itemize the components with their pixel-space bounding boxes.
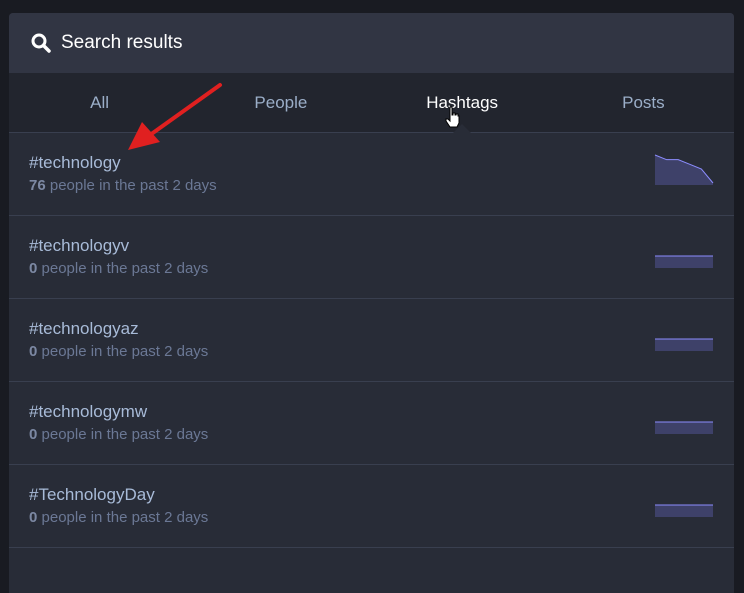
tab-posts-label: Posts — [622, 92, 665, 112]
hashtag-usage: 0 people in the past 2 days — [29, 509, 208, 526]
hashtag-usage: 76 people in the past 2 days — [29, 177, 217, 194]
tab-posts[interactable]: Posts — [553, 73, 734, 132]
sparkline-area — [655, 155, 713, 185]
hashtag-row[interactable]: #technologyaz 0 people in the past 2 day… — [9, 299, 734, 382]
usage-text: people in the past 2 days — [37, 426, 209, 443]
sparkline-area — [655, 505, 713, 517]
trend-sparkline — [654, 154, 714, 185]
tab-hashtags[interactable]: Hashtags — [372, 73, 553, 133]
hashtag-usage: 0 people in the past 2 days — [29, 260, 208, 277]
search-icon — [31, 33, 51, 53]
trend-sparkline — [655, 255, 713, 268]
hashtag-name[interactable]: #technologymw — [29, 402, 147, 422]
tab-all-label: All — [90, 92, 110, 112]
trend-sparkline — [655, 421, 713, 434]
hand-cursor-icon — [445, 106, 459, 128]
trend-sparkline — [655, 338, 713, 351]
usage-text: people in the past 2 days — [37, 260, 209, 277]
search-results-header: Search results — [9, 13, 734, 73]
hashtag-row[interactable]: #technologyv 0 people in the past 2 days — [9, 216, 734, 299]
hashtag-row[interactable]: #TechnologyDay 0 people in the past 2 da… — [9, 465, 734, 548]
usage-count: 76 — [29, 177, 46, 194]
tab-bar: All People Hashtags Posts — [9, 73, 734, 133]
hashtag-usage: 0 people in the past 2 days — [29, 426, 208, 443]
usage-text: people in the past 2 days — [37, 509, 209, 526]
hashtag-row[interactable]: #technologymw 0 people in the past 2 day… — [9, 382, 734, 465]
hashtag-name[interactable]: #technologyaz — [29, 319, 139, 339]
search-results-panel: Search results All People Hashtags Posts… — [9, 13, 734, 593]
sparkline-area — [655, 339, 713, 351]
trend-sparkline — [655, 504, 713, 517]
hashtag-name[interactable]: #technologyv — [29, 236, 129, 256]
sparkline-area — [655, 422, 713, 434]
annotation-arrow-icon — [128, 83, 222, 150]
page-title: Search results — [61, 32, 183, 53]
hashtag-name[interactable]: #technology — [29, 153, 121, 173]
tab-hashtags-label: Hashtags — [426, 92, 499, 112]
hashtag-row[interactable]: #technology 76 people in the past 2 days — [9, 133, 734, 216]
hashtag-results-list: #technology 76 people in the past 2 days… — [9, 133, 734, 548]
tab-people-label: People — [254, 92, 308, 112]
usage-text: people in the past 2 days — [37, 343, 209, 360]
sparkline-area — [655, 256, 713, 268]
hashtag-usage: 0 people in the past 2 days — [29, 343, 208, 360]
usage-text: people in the past 2 days — [45, 177, 217, 194]
hashtag-name[interactable]: #TechnologyDay — [29, 485, 155, 505]
